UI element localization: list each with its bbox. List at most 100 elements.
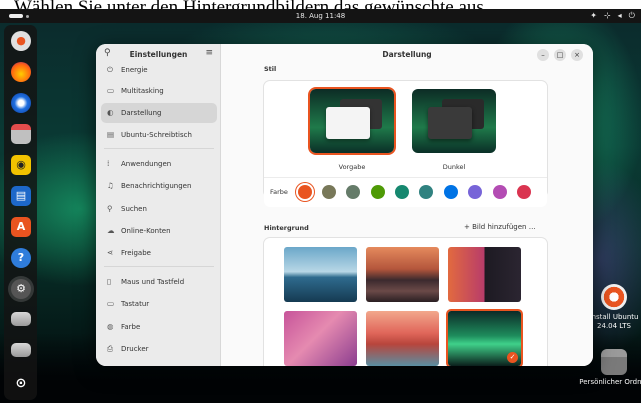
style-section-label: Stil [264,65,277,73]
sidebar-item-anwendungen[interactable]: ⁞ Anwendungen [101,154,217,174]
accent-swatch-red[interactable] [517,185,531,199]
firefox-icon[interactable] [11,62,31,82]
sidebar-item-label: Benachrichtigungen [121,182,192,190]
wallpaper-grid: ✓ [264,238,547,366]
system-tray[interactable]: ✦ ⊹ ◂ ⏻ [590,9,635,23]
style-option-default[interactable] [310,89,394,153]
install-ubuntu-icon [601,284,627,310]
style-option-label: Dunkel [442,163,466,171]
show-apps-icon[interactable]: ⊙ [11,374,31,394]
add-picture-button[interactable]: + Bild hinzufügen … [464,223,536,231]
sidebar-item-label: Anwendungen [121,160,172,168]
wallpaper-lake-boats[interactable] [284,247,357,302]
app-center-icon[interactable]: ● [11,31,31,51]
accessibility-icon[interactable]: ✦ [590,9,597,23]
divider [104,266,214,267]
minimize-button[interactable]: – [537,49,549,61]
sidebar-item-label: Tastatur [121,300,150,308]
sidebar-item-darstellung[interactable]: ◐ Darstellung [101,103,217,123]
thunderbird-icon[interactable] [11,93,31,113]
accent-swatch-olive[interactable] [371,185,385,199]
sidebar-item-label: Online-Konten [121,227,171,235]
accent-swatch-blue[interactable] [444,185,458,199]
accent-swatch-magenta[interactable] [493,185,507,199]
printer-icon: ⎙ [107,344,113,353]
sidebar-item-maus-und-tastfeld[interactable]: ▯ Maus und Tastfeld [101,272,217,292]
desktop-icon: ▤ [107,130,115,139]
sidebar-item-freigabe[interactable]: ⋖ Freigabe [101,243,217,263]
app-store-icon[interactable]: A [11,217,31,237]
menu-icon[interactable]: ≡ [205,48,213,58]
settings-content: Darstellung – □ × Stil Vorgabe Dunkel Fa… [221,44,593,366]
sidebar-item-label: Maus und Tastfeld [121,278,185,286]
sidebar-item-multitasking[interactable]: ▭ Multitasking [101,81,217,101]
dock: ● ◉ ▤ A ? ⚙ ⊙ [4,25,37,400]
style-option-dark[interactable] [412,89,496,153]
wallpaper-cat-split[interactable] [448,247,521,302]
color-icon: ◍ [107,322,114,331]
style-option-label: Vorgabe [338,163,366,171]
settings-window: ⚲ Einstellungen ≡ ⏻ Energie ▭ Multitasking… [96,44,593,366]
settings-sidebar: ⚲ Einstellungen ≡ ⏻ Energie ▭ Multitasking… [96,44,221,366]
sidebar-item-ubuntu-schreibtisch[interactable]: ▤ Ubuntu-Schreibtisch [101,125,217,145]
sidebar-item-tastatur[interactable]: ▭ Tastatur [101,294,217,314]
sidebar-item-label: Energie [121,66,148,74]
help-icon[interactable]: ? [11,248,31,268]
sidebar-item-drucker[interactable]: ⎙ Drucker [101,339,217,359]
accent-swatch-sage[interactable] [346,185,360,199]
home-folder-icon [601,349,627,375]
volume-icon[interactable]: ◂ [618,9,622,23]
sidebar-item-label: Drucker [121,345,149,353]
desktop-item-label: Persönlicher Ordner [579,378,641,386]
accent-swatch-purple[interactable] [468,185,482,199]
selected-check-icon: ✓ [507,352,518,363]
files-icon[interactable] [11,124,31,144]
sidebar-item-label: Darstellung [121,109,162,117]
sidebar-item-farbe[interactable]: ◍ Farbe [101,317,217,337]
clock[interactable]: 18. Aug 11:48 [0,9,641,23]
sidebar-item-label: Farbe [121,323,141,331]
multitasking-icon: ▭ [107,86,115,95]
top-bar: 18. Aug 11:48 ✦ ⊹ ◂ ⏻ [0,9,641,23]
share-icon: ⋖ [107,248,114,257]
drive-icon[interactable] [11,343,31,357]
network-icon[interactable]: ⊹ [604,9,611,23]
drive-icon[interactable] [11,312,31,326]
sidebar-title: Einstellungen [129,50,188,59]
close-button[interactable]: × [571,49,583,61]
keyboard-icon: ▭ [107,299,115,308]
appearance-icon: ◐ [107,108,114,117]
accent-swatch-bark[interactable] [322,185,336,199]
writer-icon[interactable]: ▤ [11,186,31,206]
sidebar-item-suchen[interactable]: ⚲ Suchen [101,199,217,219]
search-icon: ⚲ [107,204,113,213]
wallpaper-desert-cartoon[interactable] [366,311,439,366]
sidebar-item-label: Ubuntu-Schreibtisch [121,131,192,139]
power-icon[interactable]: ⏻ [629,9,635,23]
divider [104,148,214,149]
wallpaper-mountain-sunset[interactable] [366,247,439,302]
mini-window-front [326,107,370,139]
sidebar-item-online-konten[interactable]: ☁ Online-Konten [101,221,217,241]
sidebar-item-label: Multitasking [121,87,164,95]
accent-color-label: Farbe [270,188,288,196]
sidebar-item-benachrichtigungen[interactable]: ♫ Benachrichtigungen [101,176,217,196]
caption-text: Wählen Sie unter den Hintergrundbildern … [0,0,641,9]
sidebar-item-label: Suchen [121,205,147,213]
mini-window-front [428,107,472,139]
background-section-label: Hintergrund [264,224,309,232]
rhythmbox-icon[interactable]: ◉ [11,155,31,175]
accent-swatch-orange[interactable] [298,185,312,199]
wallpaper-aurora[interactable]: ✓ [448,311,521,366]
settings-icon[interactable]: ⚙ [11,279,31,299]
cloud-icon: ☁ [107,226,115,235]
accent-swatch-prussian-green[interactable] [419,185,433,199]
mouse-icon: ▯ [107,277,112,286]
maximize-button[interactable]: □ [554,49,566,61]
sidebar-item-energie[interactable]: ⏻ Energie [101,60,217,80]
accent-swatch-viridian[interactable] [395,185,409,199]
bell-icon: ♫ [107,181,114,190]
wallpaper-pink-abstract[interactable] [284,311,357,366]
sidebar-item-label: Freigabe [121,249,151,257]
accent-color-row: Farbe [264,177,547,207]
